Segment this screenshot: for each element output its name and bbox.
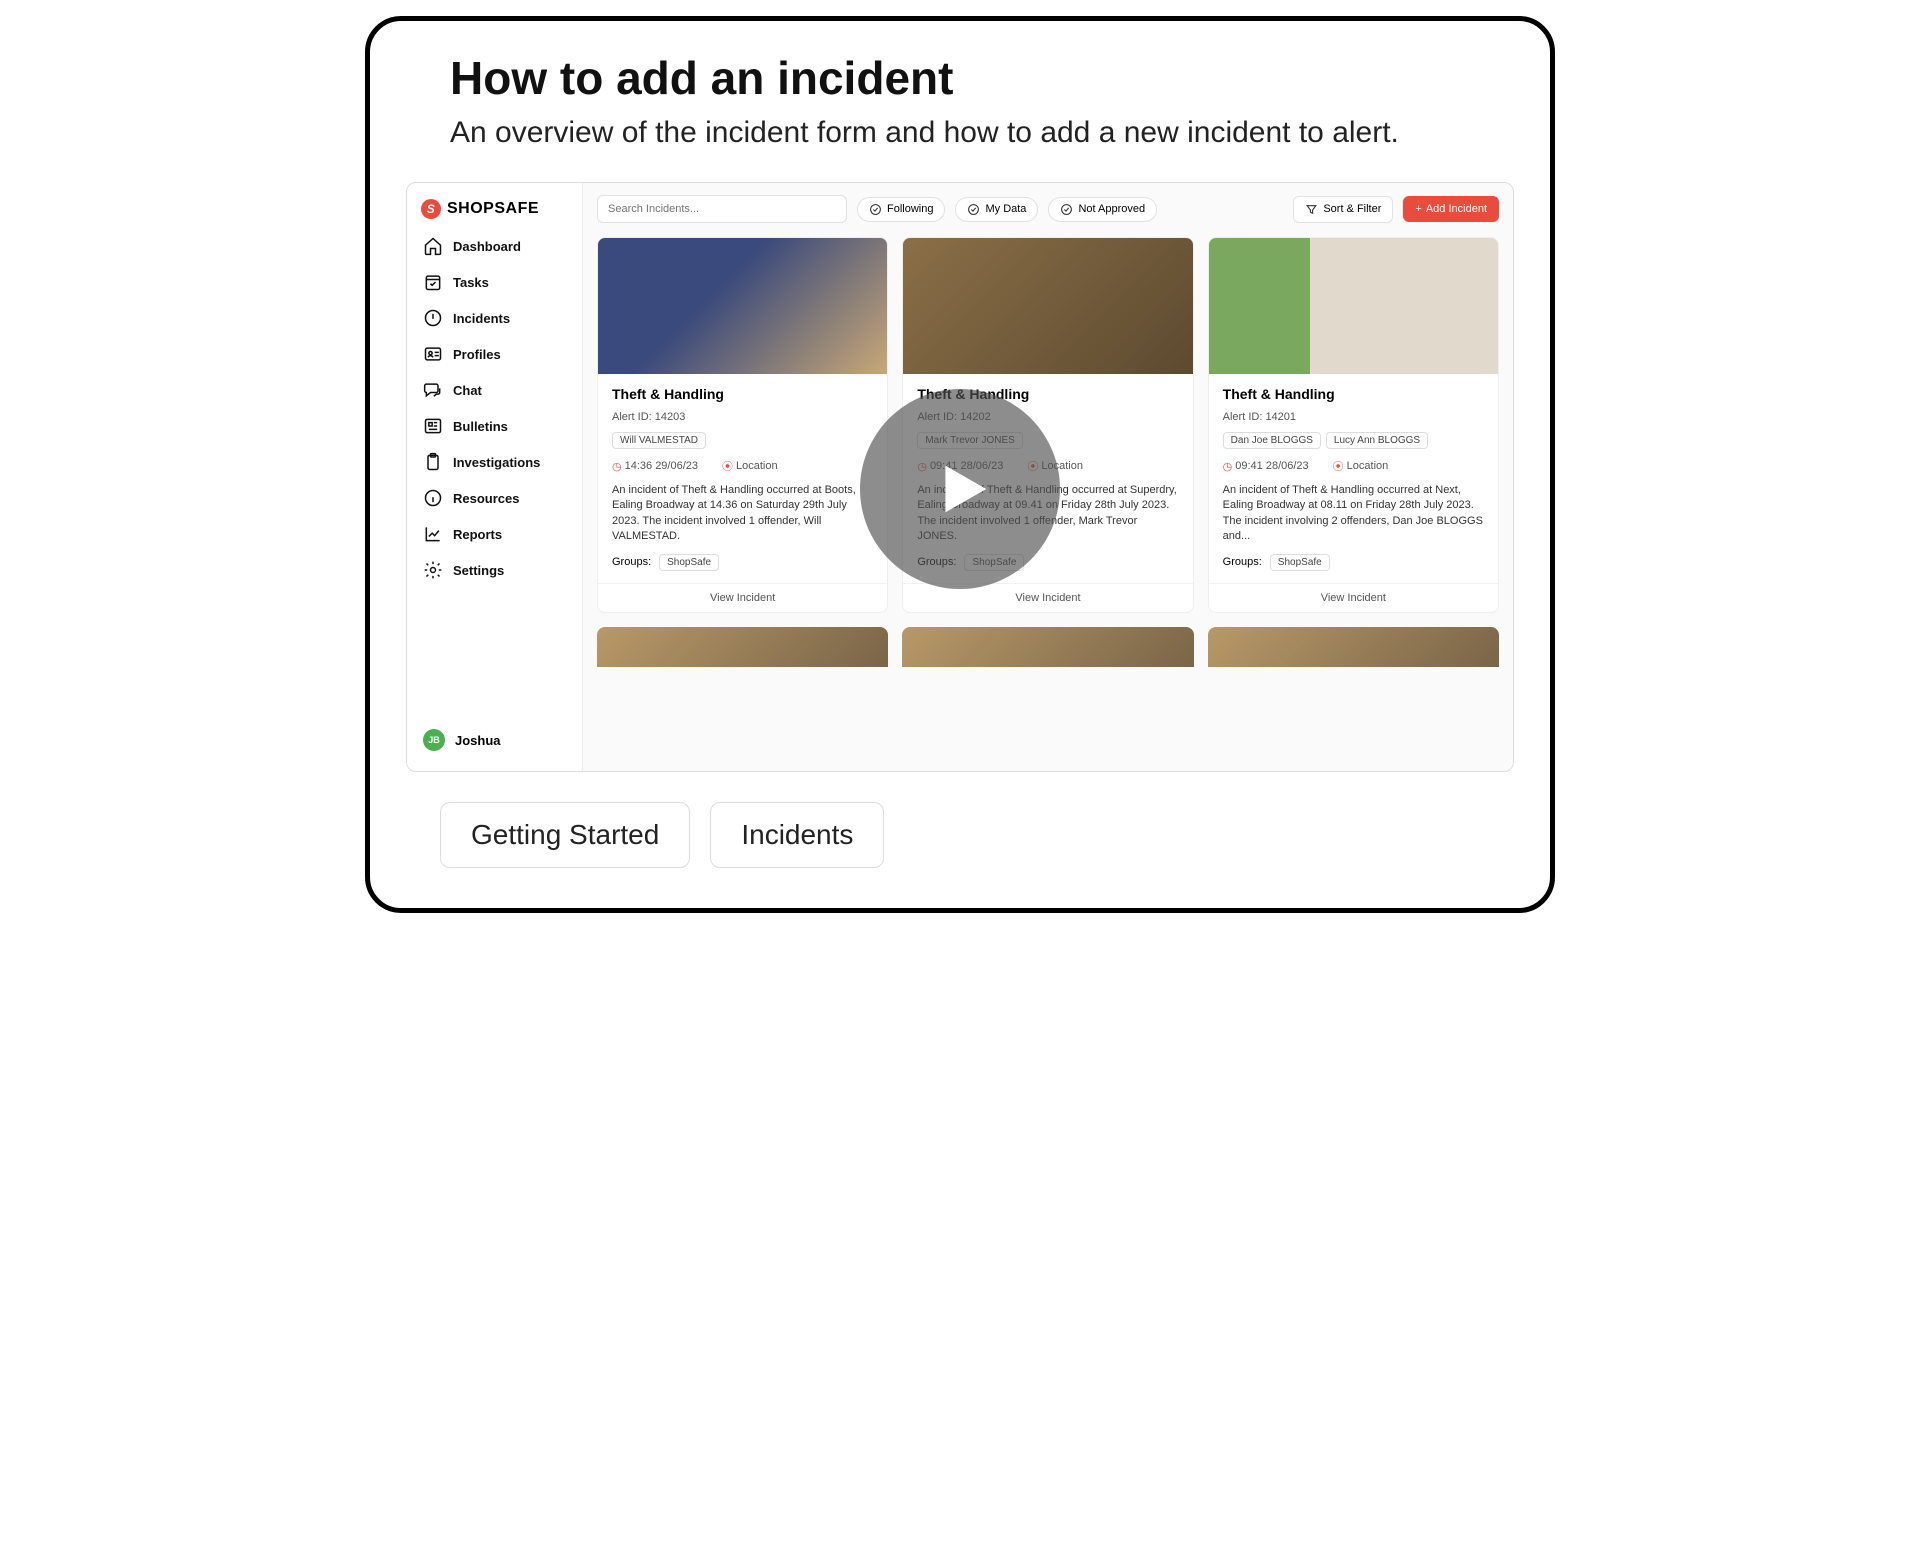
incident-thumbnail: [1208, 627, 1499, 667]
sidebar-item-chat[interactable]: Chat: [415, 373, 574, 407]
sidebar-item-bulletins[interactable]: Bulletins: [415, 409, 574, 443]
incident-thumbnail: [597, 627, 888, 667]
incident-id: Alert ID: 14201: [1223, 411, 1484, 423]
calendar-check-icon: [423, 272, 443, 292]
clock-icon: ◷: [1223, 460, 1233, 473]
view-incident-link[interactable]: View Incident: [1209, 583, 1498, 612]
check-circle-icon: [869, 203, 882, 216]
sidebar-label: Bulletins: [453, 419, 508, 434]
page-subtitle: An overview of the incident form and how…: [450, 113, 1480, 152]
newspaper-icon: [423, 416, 443, 436]
incident-thumbnail: [903, 238, 1192, 374]
sidebar: S SHOPSAFE Dashboard Tasks Incidents Pro…: [407, 183, 583, 771]
app-screenshot: S SHOPSAFE Dashboard Tasks Incidents Pro…: [406, 182, 1514, 772]
toolbar: Following My Data Not Approved Sort & Fi…: [597, 195, 1499, 223]
pin-icon: ⦿: [722, 458, 733, 474]
incident-location: Location: [1347, 460, 1389, 472]
button-label: Sort & Filter: [1323, 203, 1381, 215]
pin-icon: ⦿: [1333, 458, 1344, 474]
filter-following[interactable]: Following: [857, 197, 945, 222]
group-tag[interactable]: ShopSafe: [659, 554, 719, 571]
incident-card[interactable]: Theft & Handling Alert ID: 14203 Will VA…: [597, 237, 888, 613]
check-circle-icon: [967, 203, 980, 216]
button-label: Add Incident: [1426, 203, 1487, 215]
sidebar-item-profiles[interactable]: Profiles: [415, 337, 574, 371]
sidebar-label: Investigations: [453, 455, 540, 470]
incident-location: Location: [736, 460, 778, 472]
incident-description: An incident of Theft & Handling occurred…: [1223, 483, 1484, 545]
funnel-icon: [1305, 203, 1318, 216]
plus-icon: +: [1415, 203, 1421, 215]
chat-icon: [423, 380, 443, 400]
sidebar-item-settings[interactable]: Settings: [415, 553, 574, 587]
incident-grid: Theft & Handling Alert ID: 14203 Will VA…: [597, 237, 1499, 613]
sidebar-label: Chat: [453, 383, 482, 398]
filter-mydata[interactable]: My Data: [955, 197, 1038, 222]
play-icon: [925, 454, 995, 524]
incident-title: Theft & Handling: [1223, 386, 1484, 402]
incident-time: 14:36 29/06/23: [625, 460, 698, 472]
filter-label: My Data: [985, 203, 1026, 215]
sidebar-item-tasks[interactable]: Tasks: [415, 265, 574, 299]
sidebar-item-investigations[interactable]: Investigations: [415, 445, 574, 479]
current-user[interactable]: JB Joshua: [415, 721, 574, 759]
sort-filter-button[interactable]: Sort & Filter: [1293, 196, 1393, 223]
brand-text: SHOPSAFE: [447, 200, 539, 218]
sidebar-label: Dashboard: [453, 239, 521, 254]
sidebar-label: Resources: [453, 491, 519, 506]
check-circle-icon: [1060, 203, 1073, 216]
incident-time: 09:41 28/06/23: [1235, 460, 1308, 472]
offender-tag[interactable]: Will VALMESTAD: [612, 432, 706, 449]
clock-icon: ◷: [612, 460, 622, 473]
sidebar-nav: Dashboard Tasks Incidents Profiles Chat …: [415, 229, 574, 587]
clipboard-icon: [423, 452, 443, 472]
incident-title: Theft & Handling: [612, 386, 873, 402]
document-card: How to add an incident An overview of th…: [365, 16, 1555, 913]
logo-mark-icon: S: [421, 199, 441, 219]
sidebar-label: Incidents: [453, 311, 510, 326]
offender-tag[interactable]: Dan Joe BLOGGS: [1223, 432, 1321, 449]
offender-tag[interactable]: Lucy Ann BLOGGS: [1326, 432, 1428, 449]
filter-label: Following: [887, 203, 933, 215]
sidebar-label: Settings: [453, 563, 504, 578]
avatar: JB: [423, 729, 445, 751]
chart-line-icon: [423, 524, 443, 544]
sidebar-item-incidents[interactable]: Incidents: [415, 301, 574, 335]
filter-notapproved[interactable]: Not Approved: [1048, 197, 1157, 222]
incident-thumbnail: [902, 627, 1193, 667]
brand-logo[interactable]: S SHOPSAFE: [415, 195, 574, 229]
group-tag[interactable]: ShopSafe: [1270, 554, 1330, 571]
sidebar-item-reports[interactable]: Reports: [415, 517, 574, 551]
incident-id: Alert ID: 14203: [612, 411, 873, 423]
play-button[interactable]: [860, 389, 1060, 589]
incident-description: An incident of Theft & Handling occurred…: [612, 483, 873, 545]
sidebar-item-resources[interactable]: Resources: [415, 481, 574, 515]
groups-label: Groups:: [612, 556, 651, 568]
view-incident-link[interactable]: View Incident: [598, 583, 887, 612]
tag-incidents[interactable]: Incidents: [710, 802, 884, 868]
category-tags: Getting Started Incidents: [440, 802, 1520, 868]
incident-thumbnail: [1209, 238, 1498, 374]
alert-circle-icon: [423, 308, 443, 328]
groups-label: Groups:: [1223, 556, 1262, 568]
user-name: Joshua: [455, 733, 501, 748]
incident-grid-row2: [597, 627, 1499, 667]
sidebar-label: Reports: [453, 527, 502, 542]
add-incident-button[interactable]: + Add Incident: [1403, 196, 1499, 222]
home-icon: [423, 236, 443, 256]
sidebar-label: Profiles: [453, 347, 501, 362]
incident-thumbnail: [598, 238, 887, 374]
gear-icon: [423, 560, 443, 580]
id-card-icon: [423, 344, 443, 364]
filter-label: Not Approved: [1078, 203, 1145, 215]
sidebar-label: Tasks: [453, 275, 489, 290]
search-input[interactable]: [597, 195, 847, 223]
sidebar-item-dashboard[interactable]: Dashboard: [415, 229, 574, 263]
tag-getting-started[interactable]: Getting Started: [440, 802, 690, 868]
incident-card[interactable]: Theft & Handling Alert ID: 14201 Dan Joe…: [1208, 237, 1499, 613]
info-icon: [423, 488, 443, 508]
page-title: How to add an incident: [450, 51, 1480, 105]
